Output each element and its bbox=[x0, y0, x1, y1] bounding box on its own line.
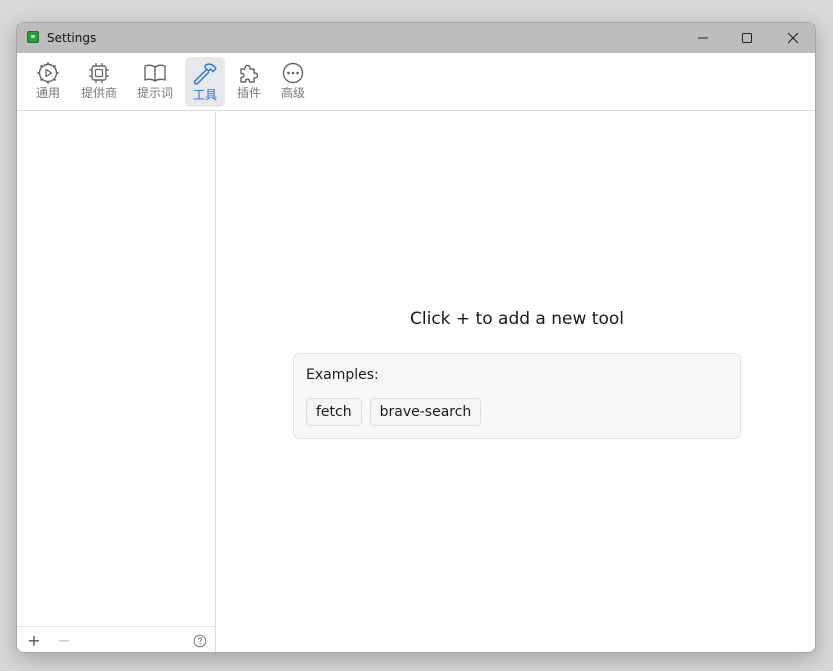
sidebar-footer: + − bbox=[17, 626, 215, 652]
puzzle-icon bbox=[240, 64, 259, 83]
gear-play-icon bbox=[37, 62, 59, 84]
maximize-icon bbox=[742, 33, 752, 43]
settings-toolbar: 通用 提供商 提示词 工具 插件 高级 bbox=[17, 53, 815, 111]
tab-advanced[interactable]: 高级 bbox=[271, 57, 315, 107]
tab-advanced-label: 高级 bbox=[280, 86, 305, 100]
minimize-button[interactable] bbox=[680, 23, 726, 53]
window-title: Settings bbox=[47, 31, 97, 45]
add-tool-button[interactable]: + bbox=[25, 632, 43, 650]
help-button[interactable] bbox=[191, 632, 209, 650]
open-book-icon bbox=[144, 64, 166, 82]
tab-providers[interactable]: 提供商 bbox=[76, 57, 122, 107]
close-button[interactable] bbox=[770, 23, 815, 53]
tool-list-sidebar: + − bbox=[17, 112, 216, 652]
tab-plugins-label: 插件 bbox=[236, 86, 261, 100]
more-dots-icon bbox=[282, 62, 304, 84]
tab-prompts[interactable]: 提示词 bbox=[132, 57, 178, 107]
question-icon bbox=[193, 634, 207, 648]
tab-prompts-label: 提示词 bbox=[136, 86, 173, 100]
settings-window: Settings 通用 提供商 提示词 工具 插件 高级 + − Click +… bbox=[16, 22, 816, 653]
close-icon bbox=[787, 32, 799, 44]
empty-state-message: Click + to add a new tool bbox=[410, 309, 624, 329]
example-chips: fetch brave-search bbox=[306, 398, 482, 426]
example-chip-fetch[interactable]: fetch bbox=[306, 398, 362, 426]
hammer-icon bbox=[193, 63, 217, 85]
tab-general-label: 通用 bbox=[35, 86, 60, 100]
cpu-chip-icon bbox=[89, 63, 109, 83]
tab-tools-label: 工具 bbox=[192, 88, 217, 102]
maximize-button[interactable] bbox=[724, 23, 770, 53]
tab-providers-label: 提供商 bbox=[80, 86, 117, 100]
remove-tool-button[interactable]: − bbox=[55, 632, 73, 650]
examples-panel: Examples: fetch brave-search bbox=[293, 353, 741, 439]
title-bar: Settings bbox=[17, 23, 815, 53]
tab-tools[interactable]: 工具 bbox=[185, 57, 225, 107]
examples-label: Examples: bbox=[306, 367, 379, 383]
minimize-icon bbox=[698, 37, 708, 39]
tab-plugins[interactable]: 插件 bbox=[227, 57, 271, 107]
app-icon bbox=[27, 31, 39, 43]
tool-detail-pane: Click + to add a new tool Examples: fetc… bbox=[217, 112, 815, 652]
tab-general[interactable]: 通用 bbox=[26, 57, 70, 107]
example-chip-brave-search[interactable]: brave-search bbox=[369, 398, 482, 426]
